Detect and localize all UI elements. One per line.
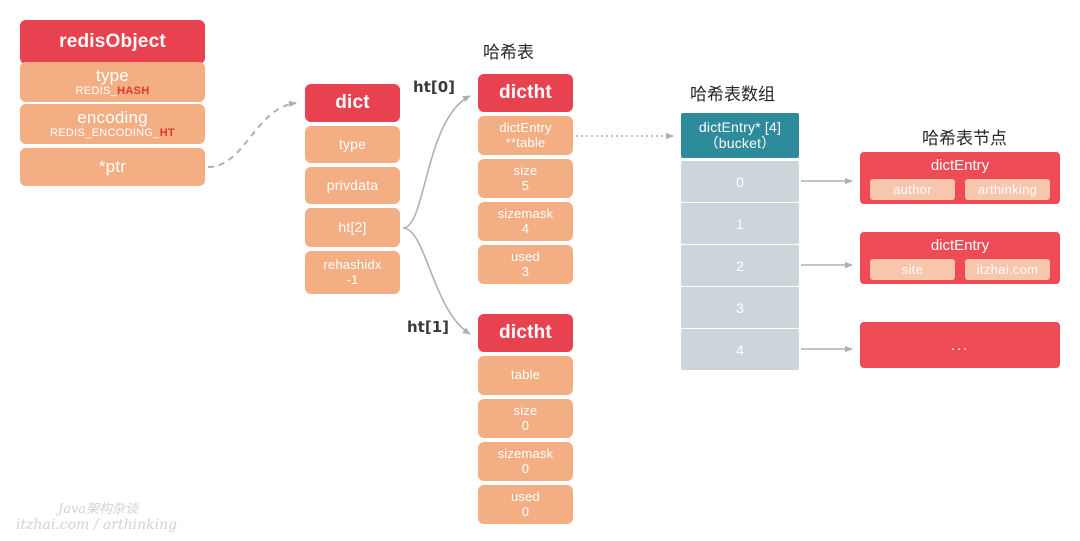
bucket-index: 3: [736, 299, 744, 316]
field-label: type: [338, 135, 367, 152]
edge-ht0: [402, 95, 471, 229]
node-title: dictEntry: [930, 237, 990, 254]
bucket-header-line1: dictEntry* [4]: [698, 118, 782, 135]
field-value: 5: [521, 177, 530, 193]
dictht0-field-sizemask: sizemask 4: [478, 202, 573, 241]
field-label: type: [96, 66, 129, 86]
field-label: privdata: [326, 176, 379, 193]
caption-bucket-array: 哈希表数组: [690, 85, 775, 105]
dictht1-field-used: used 0: [478, 485, 573, 524]
node-value: arthinking: [965, 179, 1050, 200]
field-label: encoding: [77, 108, 148, 128]
field-label: used: [511, 248, 540, 264]
field-label: used: [511, 488, 540, 504]
node-keyvalue: author arthinking: [860, 174, 1060, 208]
redisobject-field-ptr: *ptr: [20, 148, 205, 186]
node-key: site: [870, 259, 955, 280]
diagram-canvas: redisObject type REDIS_HASH encoding RED…: [0, 0, 1080, 541]
bucket-cell-2[interactable]: 2: [681, 245, 799, 286]
dictht0-field-used: used 3: [478, 245, 573, 284]
edge-label-ht0: ht[0]: [413, 78, 455, 96]
field-value-highlight: HASH: [117, 85, 150, 98]
field-value: 4: [521, 220, 530, 236]
bucket-cell-3[interactable]: 3: [681, 287, 799, 328]
redisobject-field-type: type REDIS_HASH: [20, 62, 205, 102]
field-value: REDIS_HASH: [76, 85, 150, 97]
dictht1-field-size: size 0: [478, 399, 573, 438]
field-label-2: **table: [505, 134, 546, 150]
field-label: sizemask: [497, 205, 554, 221]
field-label: rehashidx: [323, 256, 382, 272]
field-label: sizemask: [497, 445, 554, 461]
field-value-highlight: HT: [159, 127, 175, 140]
redisobject-header: redisObject: [20, 20, 205, 64]
redisobject-field-encoding: encoding REDIS_ENCODING_HT: [20, 104, 205, 144]
field-label: size: [513, 402, 538, 418]
node-keyvalue: site itzhai.com: [860, 254, 1060, 288]
bucket-header-line2: （bucket）: [704, 134, 776, 151]
field-value: 0: [521, 417, 530, 433]
field-label: *ptr: [98, 157, 127, 177]
bucket-index: 1: [736, 215, 744, 232]
watermark-line-1: Java架构杂谈: [58, 502, 139, 517]
bucket-index: 0: [736, 173, 744, 190]
field-value: -1: [346, 271, 359, 287]
bucket-cell-1[interactable]: 1: [681, 203, 799, 244]
field-label: size: [513, 162, 538, 178]
dictht0-field-table: dictEntry **table: [478, 116, 573, 155]
field-label: dictEntry: [499, 119, 552, 135]
dictht0-field-size: size 5: [478, 159, 573, 198]
bucket-array-header: dictEntry* [4] （bucket）: [681, 113, 799, 158]
watermark-line-2: itzhai.com / arthinking: [16, 517, 178, 533]
dict-header: dict: [305, 84, 400, 122]
field-value: 3: [521, 263, 530, 279]
field-value-prefix: REDIS_ENCODING_: [50, 127, 160, 140]
dictentry-node-2: dictEntry site itzhai.com: [860, 232, 1060, 284]
field-value: REDIS_ENCODING_HT: [50, 127, 175, 139]
dict-title: dict: [335, 92, 370, 114]
field-label: table: [510, 367, 541, 383]
dictht0-header: dictht: [478, 74, 573, 112]
dict-field-type: type: [305, 126, 400, 163]
dictht1-field-table: table: [478, 356, 573, 395]
dictht1-field-sizemask: sizemask 0: [478, 442, 573, 481]
redisobject-title: redisObject: [59, 31, 166, 53]
edge-ptr-to-dict: [207, 100, 297, 168]
bucket-index: 4: [736, 341, 744, 358]
field-value-prefix: REDIS_: [75, 85, 118, 98]
node-title: dictEntry: [930, 157, 990, 174]
caption-hash-table: 哈希表: [483, 43, 534, 63]
node-value: itzhai.com: [965, 259, 1050, 280]
field-value: 0: [521, 503, 530, 519]
node-key: author: [870, 179, 955, 200]
bucket-index: 2: [736, 257, 744, 274]
dictht1-header: dictht: [478, 314, 573, 352]
field-value: 0: [521, 460, 530, 476]
dict-field-rehashidx: rehashidx -1: [305, 251, 400, 294]
dict-field-ht: ht[2]: [305, 208, 400, 247]
bucket-cell-4[interactable]: 4: [681, 329, 799, 370]
dict-field-privdata: privdata: [305, 167, 400, 204]
caption-hash-node: 哈希表节点: [922, 129, 1007, 149]
bucket-cell-0[interactable]: 0: [681, 161, 799, 202]
dictentry-node-1: dictEntry author arthinking: [860, 152, 1060, 204]
field-label: ht[2]: [338, 218, 367, 235]
dictht1-title: dictht: [499, 322, 552, 344]
edge-label-ht1: ht[1]: [407, 318, 449, 336]
dictentry-node-3: ...: [860, 322, 1060, 368]
dictht0-title: dictht: [499, 82, 552, 104]
node-ellipsis: ...: [950, 336, 970, 354]
